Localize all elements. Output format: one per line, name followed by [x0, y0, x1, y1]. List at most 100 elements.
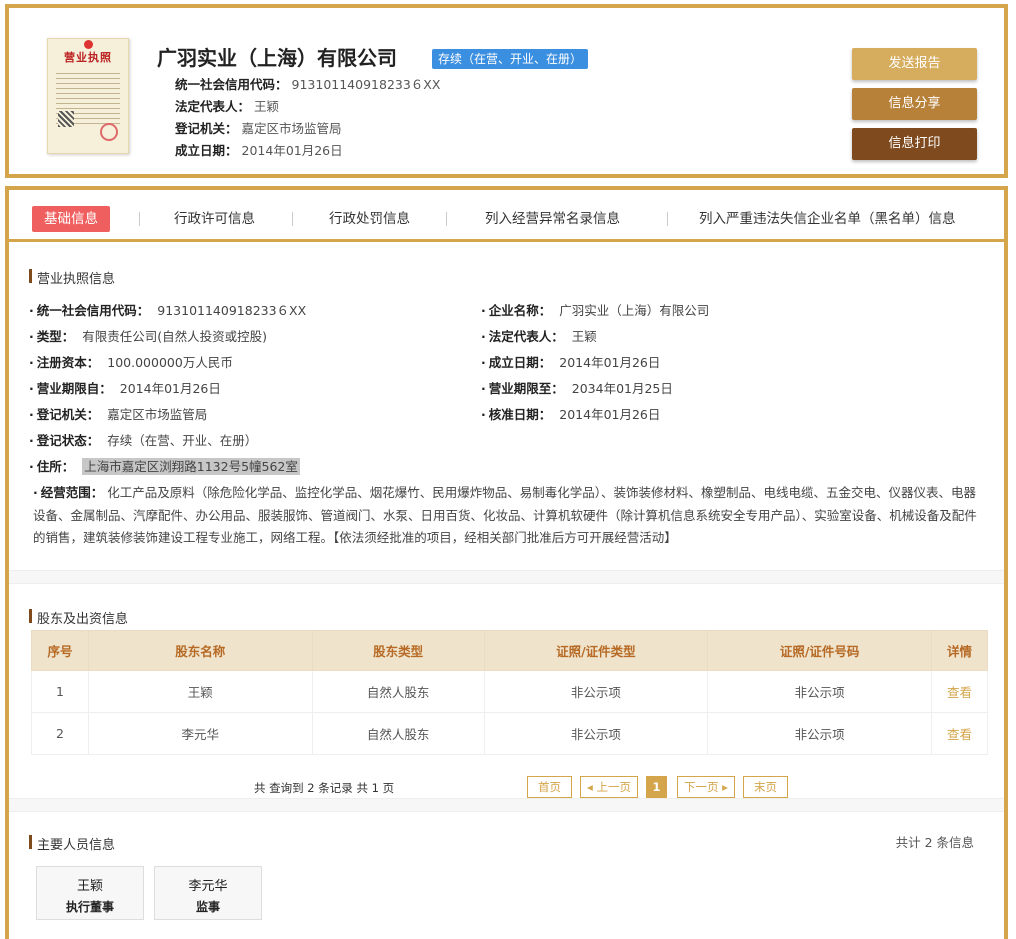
tab-admin-penalty[interactable]: 行政处罚信息	[329, 206, 410, 232]
record-count-text: 共 查询到 2 条记录 共 1 页	[254, 781, 395, 795]
field-company-type: · 类型： 有限责任公司(自然人投资或控股)	[29, 329, 268, 344]
tab-divider	[139, 212, 140, 226]
person-role: 执行董事	[65, 900, 114, 914]
header-field-value: 2014年01月26日	[241, 143, 343, 158]
view-detail-link[interactable]: 查看	[947, 685, 972, 700]
pager-current-page[interactable]: 1	[646, 776, 667, 798]
tab-blacklist[interactable]: 列入严重违法失信企业名单（黑名单）信息	[699, 206, 956, 232]
shareholder-table: 序号 股东名称 股东类型 证照/证件类型 证照/证件号码 详情 1 王颖 自然人…	[31, 630, 988, 755]
company-header-card: 营业执照 广羽实业（上海）有限公司 存续（在营、开业、在册） 统一社会信用代码：…	[5, 4, 1008, 178]
field-value: 100.000000万人民币	[107, 355, 233, 370]
header-authority-row: 登记机关： 嘉定区市场监管局	[175, 118, 342, 137]
header-field-value: 913101140918233６XX	[291, 77, 441, 92]
field-label: 住所：	[36, 459, 75, 474]
column-header: 证照/证件类型	[483, 630, 709, 671]
tab-basic-info[interactable]: 基础信息	[32, 206, 110, 232]
field-value: 2034年01月25日	[571, 381, 673, 396]
field-value: 上海市嘉定区浏翔路1132号5幢562室	[82, 458, 300, 475]
pager-next-button[interactable]: 下一页 ▸	[677, 776, 735, 798]
cell-name: 王颖	[87, 670, 313, 713]
share-info-button[interactable]: 信息分享	[852, 88, 977, 120]
field-value: 王颖	[571, 329, 597, 344]
field-label: 核准日期：	[488, 407, 552, 422]
status-badge: 存续（在营、开业、在册）	[432, 49, 589, 69]
cell-detail: 查看	[931, 712, 988, 755]
person-role: 监事	[195, 900, 220, 914]
shareholder-section-title: 股东及出资信息	[29, 608, 128, 627]
business-scope-text: 化工产品及原料（除危险化学品、监控化学品、烟花爆竹、民用爆炸物品、易制毒化学品）…	[33, 485, 977, 545]
column-header: 详情	[931, 630, 988, 671]
field-label: 经营范围：	[40, 485, 104, 500]
field-value: 广羽实业（上海）有限公司	[559, 303, 710, 318]
tab-divider	[292, 212, 293, 226]
field-registration-status: · 登记状态： 存续（在营、开业、在册）	[29, 433, 258, 448]
cell-id-type: 非公示项	[483, 712, 709, 755]
field-label: 统一社会信用代码：	[36, 303, 150, 318]
staff-section-title: 主要人员信息	[29, 834, 115, 853]
license-title: 营业执照	[64, 51, 112, 64]
header-field-label: 法定代表人：	[175, 99, 251, 114]
field-label: 登记机关：	[36, 407, 100, 422]
column-header: 序号	[31, 630, 89, 671]
cell-type: 自然人股东	[311, 712, 485, 755]
header-legal-rep-row: 法定代表人： 王颖	[175, 96, 279, 115]
business-license-thumbnail[interactable]: 营业执照	[47, 38, 129, 154]
person-name: 李元华	[188, 879, 228, 894]
tab-admin-license[interactable]: 行政许可信息	[174, 206, 255, 232]
field-value: 2014年01月26日	[559, 407, 661, 422]
official-stamp-icon	[100, 123, 118, 141]
header-field-label: 统一社会信用代码：	[175, 77, 288, 92]
pager-first-button[interactable]: 首页	[527, 776, 572, 798]
field-label: 类型：	[36, 329, 75, 344]
field-term-from: · 营业期限自： 2014年01月26日	[29, 381, 221, 396]
field-value: 2014年01月26日	[559, 355, 661, 370]
tab-divider	[667, 212, 668, 226]
detail-card: 基础信息 行政许可信息 行政处罚信息 列入经营异常名录信息 列入严重违法失信企业…	[5, 186, 1008, 939]
company-name: 广羽实业（上海）有限公司	[157, 46, 397, 70]
cell-type: 自然人股东	[311, 670, 485, 713]
cell-name: 李元华	[87, 712, 313, 755]
field-legal-rep: · 法定代表人： 王颖	[481, 329, 597, 344]
field-label: 企业名称：	[488, 303, 552, 318]
view-detail-link[interactable]: 查看	[947, 727, 972, 742]
header-field-value: 嘉定区市场监管局	[241, 121, 342, 136]
field-value: 913101140918233６XX	[157, 303, 307, 318]
pager-last-button[interactable]: 末页	[743, 776, 788, 798]
cell-id-type: 非公示项	[483, 670, 709, 713]
field-label: 登记状态：	[36, 433, 100, 448]
header-field-label: 登记机关：	[175, 121, 238, 136]
business-scope: · 经营范围： 化工产品及原料（除危险化学品、监控化学品、烟花爆竹、民用爆炸物品、…	[33, 485, 977, 545]
header-credit-code-row: 统一社会信用代码： 913101140918233６XX	[175, 74, 440, 93]
field-approval-date: · 核准日期： 2014年01月26日	[481, 407, 661, 422]
pager-prev-button[interactable]: ◂ 上一页	[580, 776, 638, 798]
field-value: 存续（在营、开业、在册）	[107, 433, 258, 448]
header-founded-row: 成立日期： 2014年01月26日	[175, 140, 343, 159]
cell-id-no: 非公示项	[707, 670, 932, 713]
field-term-to: · 营业期限至： 2034年01月25日	[481, 381, 673, 396]
column-header: 证照/证件号码	[707, 630, 932, 671]
cell-no: 1	[31, 670, 89, 713]
field-label: 注册资本：	[36, 355, 100, 370]
field-value: 2014年01月26日	[119, 381, 221, 396]
person-card[interactable]: 李元华 监事	[154, 866, 262, 920]
cell-id-no: 非公示项	[707, 712, 932, 755]
field-value: 有限责任公司(自然人投资或控股)	[82, 329, 268, 344]
staff-total-count: 共计 2 条信息	[895, 835, 974, 850]
table-header-row: 序号 股东名称 股东类型 证照/证件类型 证照/证件号码 详情	[31, 630, 988, 671]
tab-divider	[446, 212, 447, 226]
table-row: 1 王颖 自然人股东 非公示项 非公示项 查看	[31, 670, 988, 713]
header-field-label: 成立日期：	[175, 143, 238, 158]
section-divider	[9, 798, 1004, 812]
license-section-title: 营业执照信息	[29, 268, 115, 287]
national-emblem-icon	[84, 40, 93, 49]
person-card[interactable]: 王颖 执行董事	[36, 866, 144, 920]
field-registered-capital: · 注册资本： 100.000000万人民币	[29, 355, 233, 370]
qr-code-icon	[58, 111, 74, 127]
field-address: · 住所： 上海市嘉定区浏翔路1132号5幢562室	[29, 458, 300, 475]
section-divider	[9, 570, 1004, 584]
field-company-name: · 企业名称： 广羽实业（上海）有限公司	[481, 303, 710, 318]
print-info-button[interactable]: 信息打印	[852, 128, 977, 160]
tab-abnormal-list[interactable]: 列入经营异常名录信息	[485, 206, 620, 232]
tab-bar: 基础信息 行政许可信息 行政处罚信息 列入经营异常名录信息 列入严重违法失信企业…	[9, 190, 1004, 242]
send-report-button[interactable]: 发送报告	[852, 48, 977, 80]
